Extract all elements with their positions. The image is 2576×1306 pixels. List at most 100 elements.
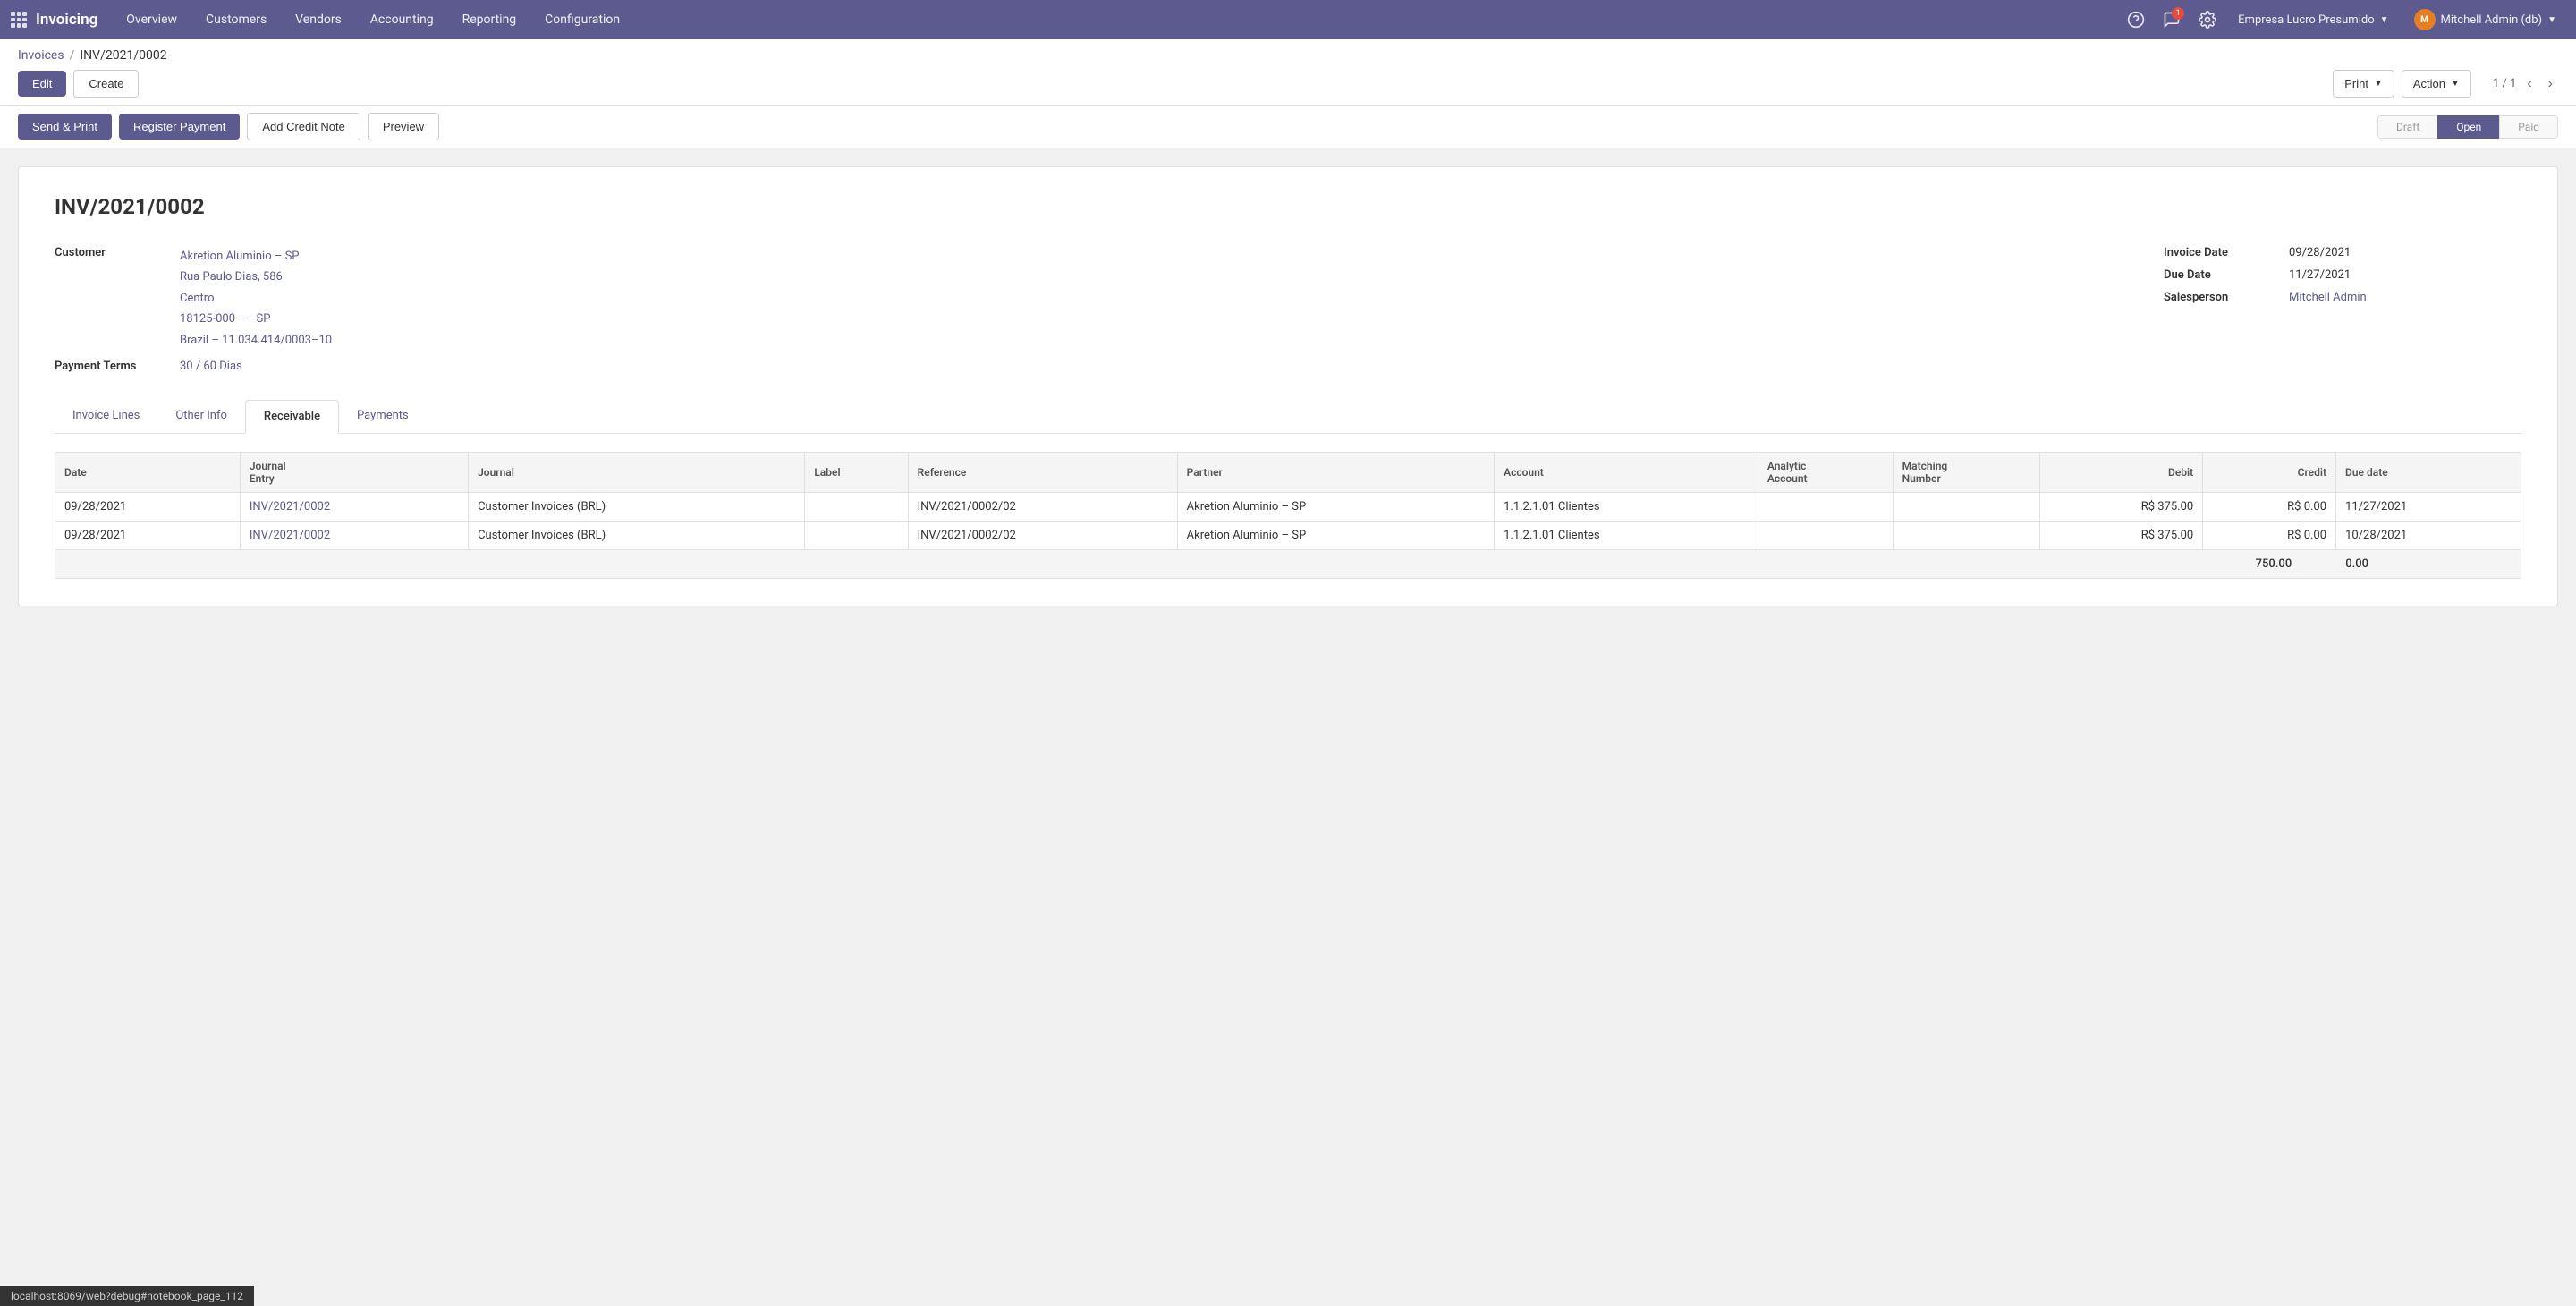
row1-partner: Akretion Aluminio – SP	[1177, 492, 1494, 521]
row1-date: 09/28/2021	[55, 492, 241, 521]
grid-icon	[11, 12, 27, 28]
invoice-date-field: Invoice Date 09/28/2021	[2164, 246, 2521, 259]
action-dropdown-button[interactable]: Action ▼	[2402, 70, 2471, 98]
pagination-prev[interactable]: ‹	[2521, 74, 2537, 94]
app-logo[interactable]: Invoicing	[11, 11, 97, 29]
customer-name[interactable]: Akretion Aluminio – SP	[180, 246, 332, 267]
row2-due-date: 10/28/2021	[2336, 521, 2521, 549]
payment-terms-field: Payment Terms 30 / 60 Dias	[55, 360, 2110, 373]
status-steps: Draft Open Paid	[2377, 115, 2558, 139]
col-matching-number: MatchingNumber	[1893, 452, 2039, 492]
nav-item-overview[interactable]: Overview	[112, 0, 191, 39]
customer-address2: Centro	[180, 288, 332, 309]
breadcrumb: Invoices / INV/2021/0002	[0, 39, 2576, 63]
row2-account: 1.1.2.1.01 Clientes	[1495, 521, 1758, 549]
avatar: M	[2414, 9, 2436, 30]
user-name: Mitchell Admin (db)	[2441, 13, 2543, 27]
create-button[interactable]: Create	[73, 70, 139, 98]
invoice-date-value: 09/28/2021	[2289, 246, 2351, 259]
gear-icon	[2199, 11, 2216, 29]
tab-other-info[interactable]: Other Info	[157, 400, 245, 434]
col-account: Account	[1495, 452, 1758, 492]
row1-journal: Customer Invoices (BRL)	[469, 492, 805, 521]
invoice-number: INV/2021/0002	[55, 194, 2521, 219]
row1-credit: R$ 0.00	[2203, 492, 2336, 521]
pagination-text: 1 / 1	[2493, 77, 2516, 90]
payment-terms-label: Payment Terms	[55, 360, 180, 373]
nav-item-customers[interactable]: Customers	[191, 0, 281, 39]
company-selector[interactable]: Empresa Lucro Presumido ▼	[2229, 10, 2397, 30]
action-label: Action	[2413, 77, 2445, 90]
invoice-left: Customer Akretion Aluminio – SP Rua Paul…	[55, 246, 2110, 373]
print-chevron-icon: ▼	[2374, 79, 2383, 89]
row1-due-date: 11/27/2021	[2336, 492, 2521, 521]
nav-item-accounting[interactable]: Accounting	[356, 0, 448, 39]
tab-invoice-lines[interactable]: Invoice Lines	[55, 400, 157, 434]
salesperson-value[interactable]: Mitchell Admin	[2289, 291, 2367, 304]
nav-items: Overview Customers Vendors Accounting Re…	[112, 0, 2122, 39]
status-step-open[interactable]: Open	[2437, 115, 2499, 139]
nav-item-reporting[interactable]: Reporting	[448, 0, 531, 39]
col-credit: Credit	[2203, 452, 2336, 492]
pagination-next[interactable]: ›	[2543, 74, 2558, 94]
col-partner: Partner	[1177, 452, 1494, 492]
breadcrumb-parent[interactable]: Invoices	[18, 48, 64, 63]
preview-button[interactable]: Preview	[368, 113, 439, 140]
salesperson-label: Salesperson	[2164, 291, 2289, 304]
row1-debit: R$ 375.00	[2039, 492, 2202, 521]
row1-journal-entry[interactable]: INV/2021/0002	[240, 492, 468, 521]
row2-reference: INV/2021/0002/02	[908, 521, 1177, 549]
settings-icon-btn[interactable]	[2193, 5, 2222, 34]
workflow-bar: Send & Print Register Payment Add Credit…	[0, 106, 2576, 148]
chevron-down-icon: ▼	[2380, 15, 2389, 25]
table-header-row: Date JournalEntry Journal Label Referenc…	[55, 452, 2521, 492]
messages-icon-btn[interactable]: 1	[2157, 5, 2186, 34]
send-print-button[interactable]: Send & Print	[18, 114, 112, 140]
row1-label	[805, 492, 908, 521]
invoice-header: Customer Akretion Aluminio – SP Rua Paul…	[55, 246, 2521, 373]
table-row: 09/28/2021 INV/2021/0002 Customer Invoic…	[55, 492, 2521, 521]
status-bar: localhost:8069/web?debug#notebook_page_1…	[0, 1286, 254, 1306]
row1-analytic-account	[1758, 492, 1893, 521]
tab-payments[interactable]: Payments	[339, 400, 427, 434]
invoice-right: Invoice Date 09/28/2021 Due Date 11/27/2…	[2164, 246, 2521, 373]
row2-journal-entry[interactable]: INV/2021/0002	[240, 521, 468, 549]
status-step-draft[interactable]: Draft	[2377, 115, 2437, 139]
nav-item-configuration[interactable]: Configuration	[530, 0, 634, 39]
breadcrumb-current: INV/2021/0002	[80, 48, 166, 63]
tabs: Invoice Lines Other Info Receivable Paym…	[55, 400, 2521, 434]
table-container: Date JournalEntry Journal Label Referenc…	[55, 452, 2521, 579]
app-title: Invoicing	[36, 11, 97, 29]
row2-date: 09/28/2021	[55, 521, 241, 549]
row2-journal: Customer Invoices (BRL)	[469, 521, 805, 549]
breadcrumb-separator: /	[70, 48, 75, 63]
customer-address3: 18125-000 – –SP	[180, 309, 332, 329]
table-footer: 750.00 0.00	[55, 550, 2521, 579]
invoice-date-label: Invoice Date	[2164, 246, 2289, 259]
invoice-card: INV/2021/0002 Customer Akretion Aluminio…	[18, 166, 2558, 606]
add-credit-note-button[interactable]: Add Credit Note	[247, 113, 360, 140]
receivable-table: Date JournalEntry Journal Label Referenc…	[55, 452, 2521, 550]
help-icon-btn[interactable]	[2122, 5, 2150, 34]
status-step-paid[interactable]: Paid	[2499, 115, 2558, 139]
customer-country: Brazil – 11.034.414/0003–10	[180, 330, 332, 351]
row1-matching-number	[1893, 492, 2039, 521]
top-nav: Invoicing Overview Customers Vendors Acc…	[0, 0, 2576, 39]
register-payment-button[interactable]: Register Payment	[119, 114, 240, 140]
print-dropdown-button[interactable]: Print ▼	[2333, 70, 2394, 98]
table-row: 09/28/2021 INV/2021/0002 Customer Invoic…	[55, 521, 2521, 549]
nav-item-vendors[interactable]: Vendors	[281, 0, 356, 39]
question-icon	[2127, 11, 2145, 29]
nav-right: 1 Empresa Lucro Presumido ▼ M Mitchell A…	[2122, 5, 2565, 34]
due-date-value: 11/27/2021	[2289, 268, 2351, 282]
tab-receivable[interactable]: Receivable	[245, 400, 339, 434]
row2-label	[805, 521, 908, 549]
edit-button[interactable]: Edit	[18, 71, 66, 97]
col-due-date: Due date	[2336, 452, 2521, 492]
col-date: Date	[55, 452, 241, 492]
user-selector[interactable]: M Mitchell Admin (db) ▼	[2405, 5, 2565, 34]
col-label: Label	[805, 452, 908, 492]
customer-value: Akretion Aluminio – SP Rua Paulo Dias, 5…	[180, 246, 332, 351]
due-date-label: Due Date	[2164, 268, 2289, 282]
col-debit: Debit	[2039, 452, 2202, 492]
